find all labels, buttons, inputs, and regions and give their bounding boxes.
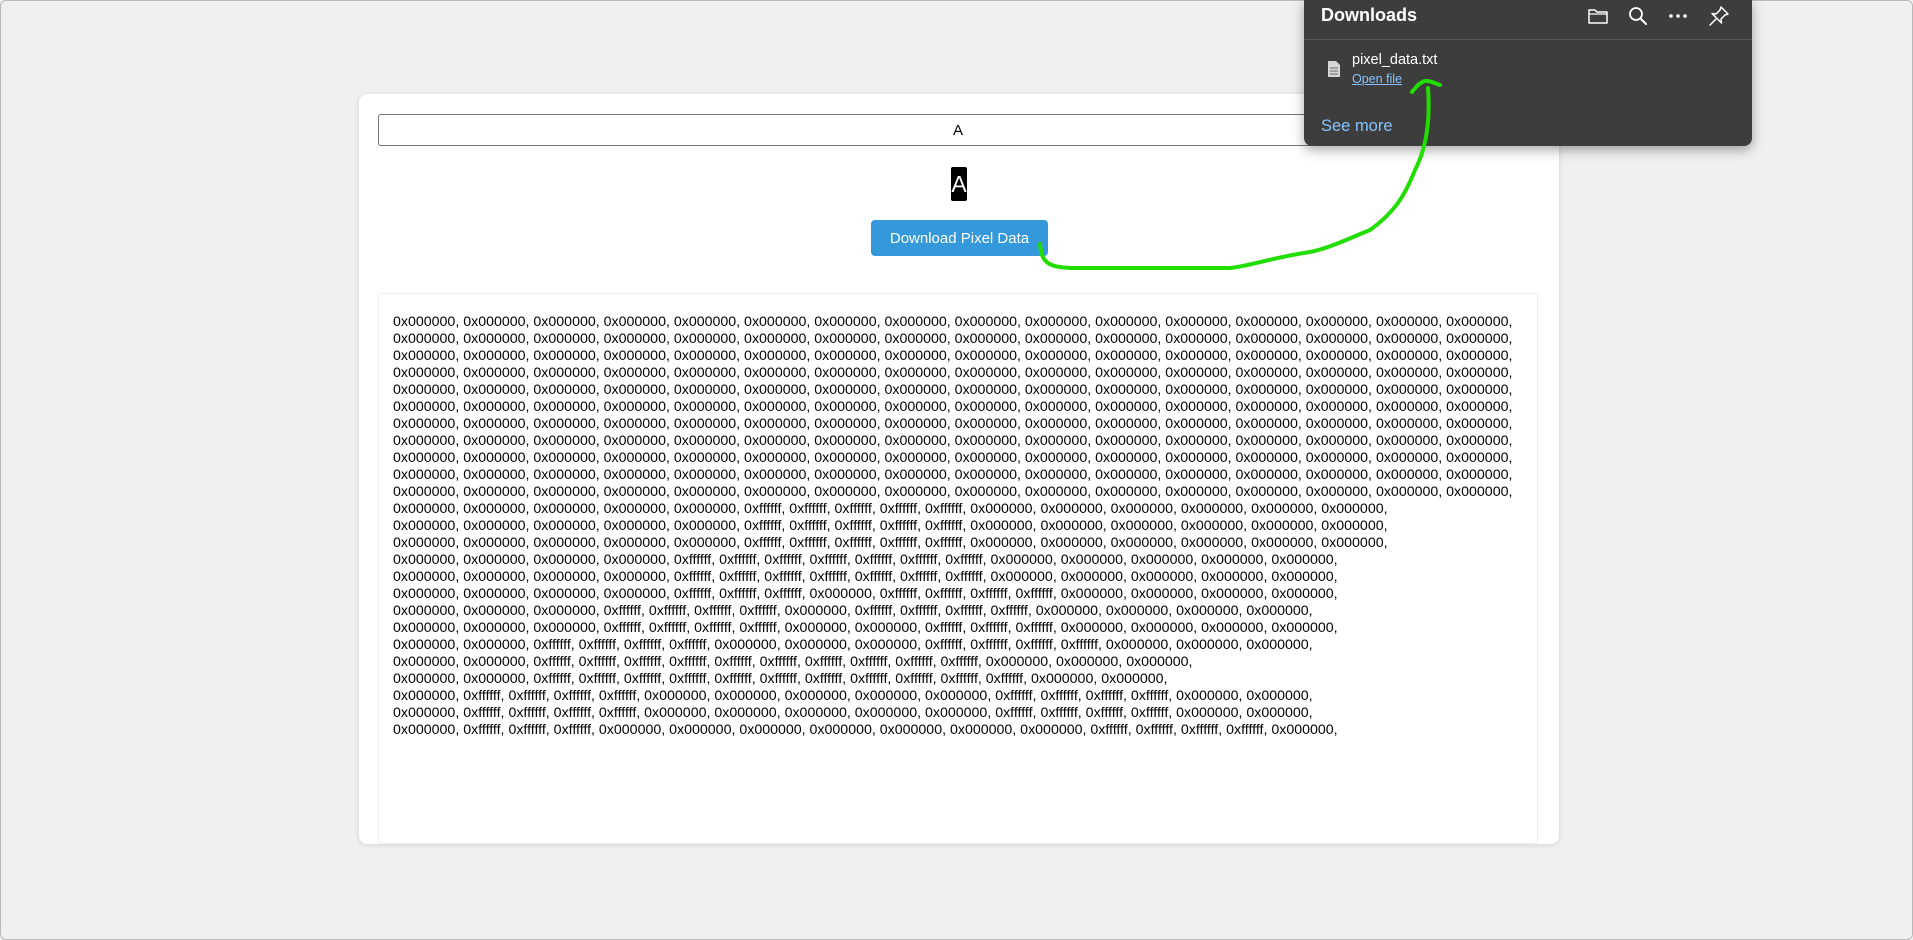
pixel-row: 0x000000, 0x000000, 0x000000, 0x000000, … xyxy=(393,382,1513,398)
pixel-row: 0x000000, 0x000000, 0x000000, 0x000000, … xyxy=(393,331,1513,347)
pixel-row: 0x000000, 0x000000, 0xffffff, 0xffffff, … xyxy=(393,654,1193,670)
app-card: A Download Pixel Data 0x000000, 0x000000… xyxy=(359,94,1559,844)
pin-icon[interactable] xyxy=(1707,4,1731,28)
pixel-row: 0x000000, 0x000000, 0x000000, 0x000000, … xyxy=(393,569,1338,585)
search-icon[interactable] xyxy=(1626,4,1650,28)
download-pixel-data-button[interactable]: Download Pixel Data xyxy=(871,220,1048,256)
pixel-row: 0x000000, 0x000000, 0x000000, 0x000000, … xyxy=(393,348,1513,364)
pixel-row: 0x000000, 0x000000, 0x000000, 0x000000, … xyxy=(393,314,1513,330)
pixel-row: 0x000000, 0x000000, 0x000000, 0x000000, … xyxy=(393,433,1513,449)
pixel-row: 0x000000, 0x000000, 0x000000, 0x000000, … xyxy=(393,586,1338,602)
open-file-link[interactable]: Open file xyxy=(1352,72,1402,86)
pixel-row: 0x000000, 0x000000, 0x000000, 0x000000, … xyxy=(393,416,1513,432)
pixel-row: 0x000000, 0xffffff, 0xffffff, 0xffffff, … xyxy=(393,722,1338,738)
pixel-row: 0x000000, 0x000000, 0x000000, 0x000000, … xyxy=(393,552,1338,568)
folder-icon[interactable] xyxy=(1586,4,1610,28)
text-file-icon xyxy=(1327,60,1341,83)
pixel-row: 0x000000, 0x000000, 0xffffff, 0xffffff, … xyxy=(393,671,1168,687)
pixel-row: 0x000000, 0x000000, 0x000000, 0x000000, … xyxy=(393,399,1513,415)
character-preview: A xyxy=(951,167,967,201)
pixel-row: 0x000000, 0x000000, 0x000000, 0x000000, … xyxy=(393,484,1513,500)
downloaded-filename[interactable]: pixel_data.txt xyxy=(1352,52,1437,68)
more-icon[interactable] xyxy=(1666,4,1690,28)
downloads-divider xyxy=(1304,39,1752,40)
pixel-data-text: 0x000000, 0x000000, 0x000000, 0x000000, … xyxy=(393,314,1513,739)
pixel-row: 0x000000, 0xffffff, 0xffffff, 0xffffff, … xyxy=(393,688,1313,704)
pixel-row: 0x000000, 0x000000, 0x000000, 0x000000, … xyxy=(393,450,1513,466)
see-more-link[interactable]: See more xyxy=(1321,117,1393,136)
downloads-title: Downloads xyxy=(1321,5,1418,25)
pixel-row: 0x000000, 0x000000, 0x000000, 0xffffff, … xyxy=(393,603,1313,619)
pixel-row: 0x000000, 0x000000, 0x000000, 0xffffff, … xyxy=(393,620,1338,636)
pixel-row: 0x000000, 0x000000, 0x000000, 0x000000, … xyxy=(393,467,1513,483)
pixel-row: 0x000000, 0x000000, 0x000000, 0x000000, … xyxy=(393,535,1388,551)
pixel-row: 0x000000, 0x000000, 0x000000, 0x000000, … xyxy=(393,518,1388,534)
pixel-row: 0x000000, 0x000000, 0x000000, 0x000000, … xyxy=(393,365,1513,381)
pixel-row: 0x000000, 0x000000, 0x000000, 0x000000, … xyxy=(393,501,1388,517)
downloads-panel: Downloads pixel_data.txt Open file See m… xyxy=(1304,0,1752,146)
pixel-row: 0x000000, 0xffffff, 0xffffff, 0xffffff, … xyxy=(393,705,1313,721)
pixel-row: 0x000000, 0x000000, 0xffffff, 0xffffff, … xyxy=(393,637,1313,653)
pixel-data-output: 0x000000, 0x000000, 0x000000, 0x000000, … xyxy=(378,293,1538,844)
